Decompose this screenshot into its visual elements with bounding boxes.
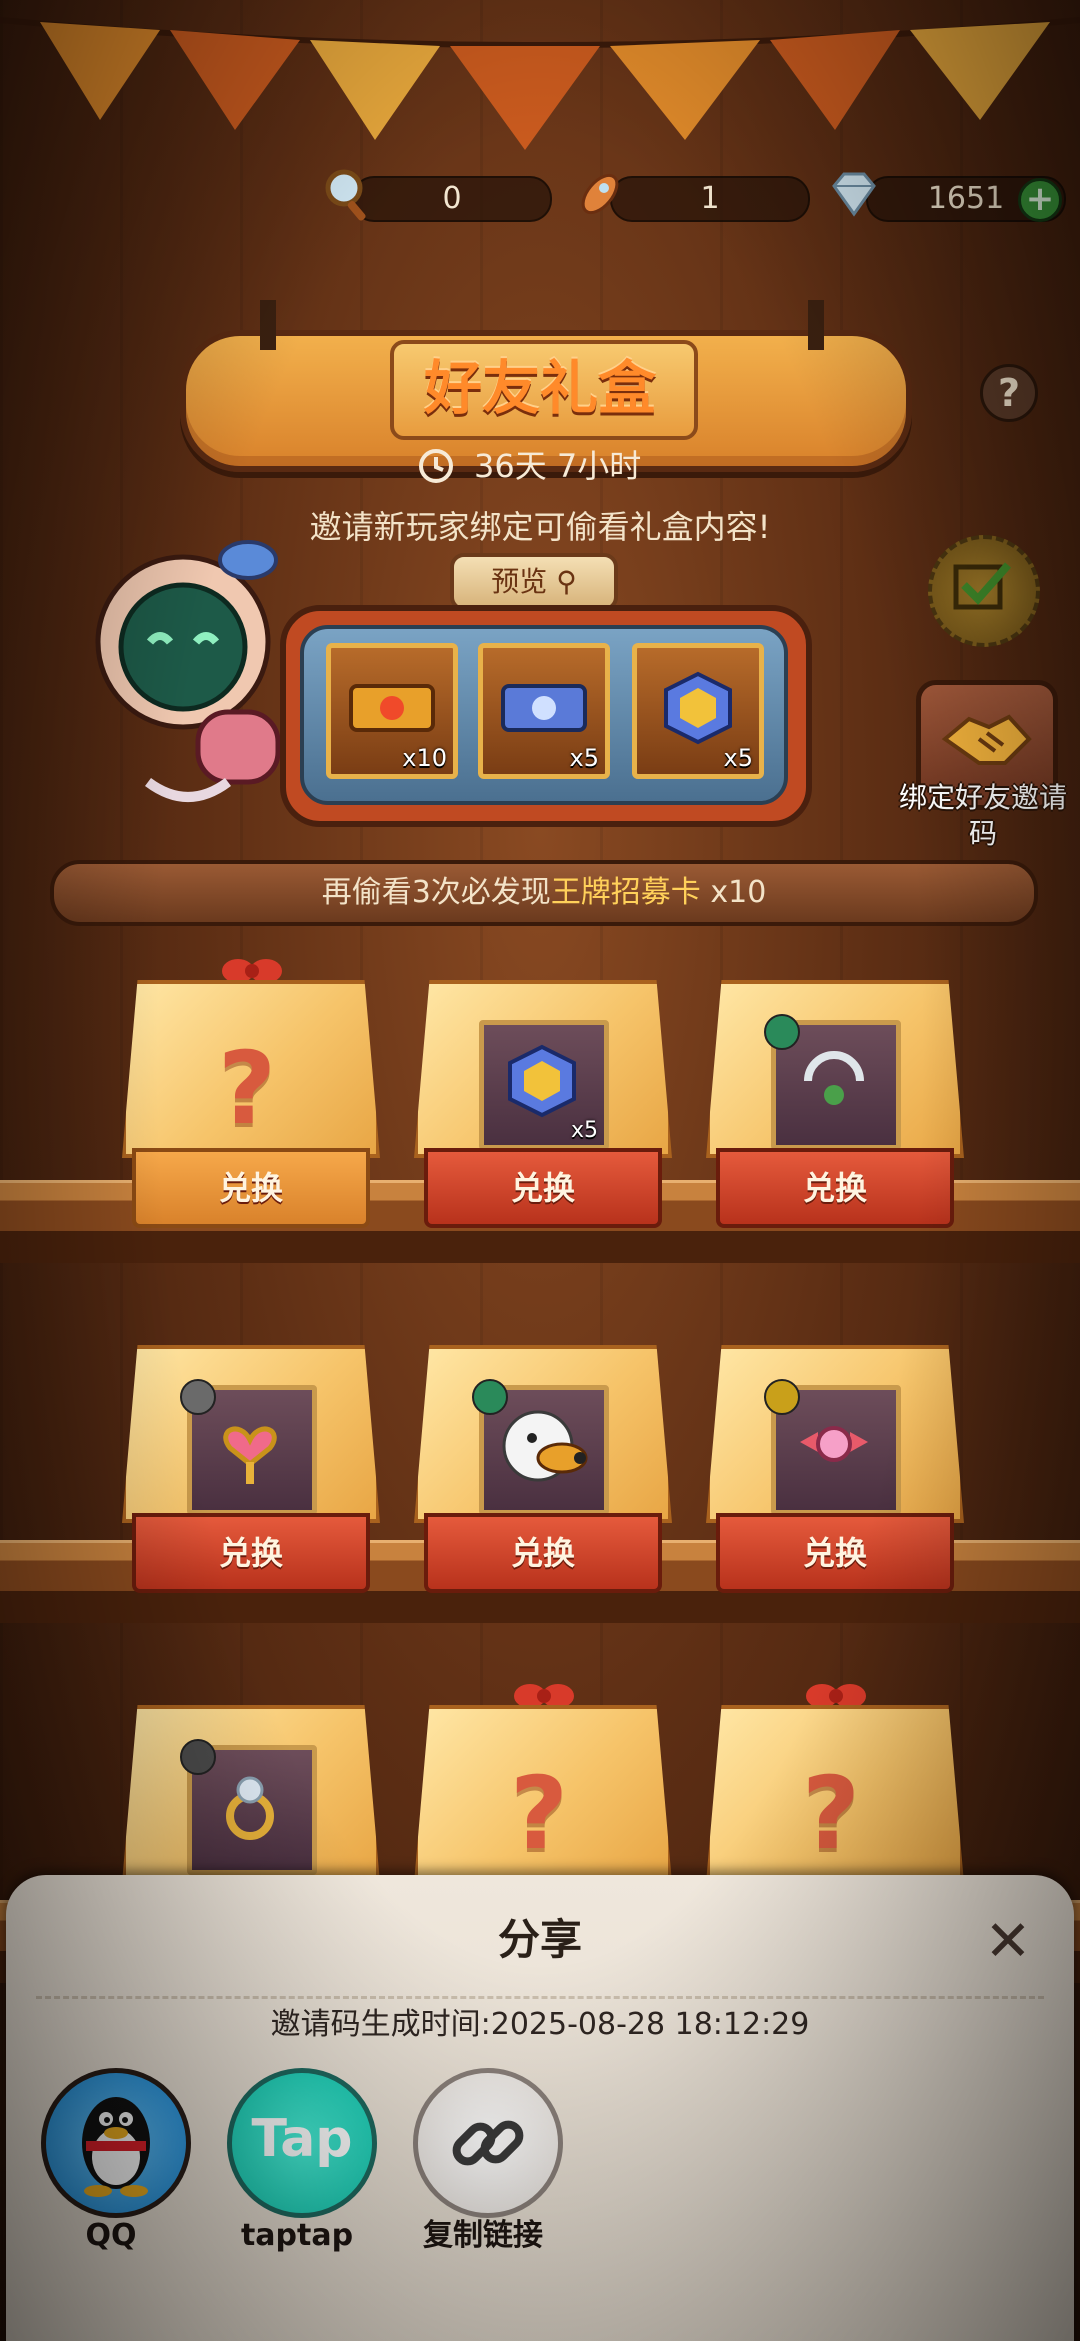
gift-box-unknown[interactable]: ? 兑换 bbox=[122, 959, 380, 1230]
gift-box-pink-gem[interactable]: 兑换 bbox=[706, 1345, 964, 1595]
handshake-icon bbox=[941, 714, 1032, 765]
gift-box-duck-character[interactable]: 兑换 bbox=[414, 1345, 672, 1595]
page-title: 好友礼盒 bbox=[423, 354, 656, 422]
share-taptap-circle: Tap bbox=[227, 2068, 377, 2218]
preview-item-count: x5 bbox=[569, 744, 599, 772]
bind-friend-label: 绑定好友邀请码 bbox=[898, 781, 1067, 850]
rarity-badge-icon bbox=[180, 1379, 216, 1415]
invite-code-time: 邀请码生成时间:2025-08-28 18:12:29 bbox=[270, 2007, 810, 2042]
gift-box-heart-wand[interactable]: 兑换 bbox=[122, 1345, 380, 1595]
question-mark-icon: ? bbox=[509, 1755, 568, 1872]
share-copy-link-circle bbox=[413, 2068, 563, 2218]
progress-suffix: x10 bbox=[700, 875, 767, 910]
close-icon[interactable]: ✕ bbox=[980, 1914, 1036, 1970]
rocket-icon bbox=[581, 173, 619, 215]
redeem-button[interactable]: 兑换 bbox=[424, 1148, 662, 1228]
pink-gem-icon bbox=[800, 1426, 868, 1462]
share-sheet-title: 分享 bbox=[497, 1915, 582, 1964]
gold-ticket-icon bbox=[349, 684, 435, 732]
preview-item-blue-ticket[interactable]: x5 bbox=[478, 643, 610, 779]
currency-rocket-value: 1 bbox=[610, 176, 810, 222]
magnifier-icon bbox=[325, 169, 366, 221]
sheet-divider bbox=[36, 1996, 1044, 1999]
mystery-cube-icon bbox=[508, 1044, 576, 1118]
share-qq-label: QQ bbox=[85, 2218, 137, 2253]
share-qq-button[interactable]: QQ bbox=[36, 2068, 191, 2268]
share-taptap-button[interactable]: Tap taptap bbox=[222, 2068, 377, 2268]
checkbox-icon bbox=[953, 562, 1011, 610]
duck-character-icon bbox=[502, 1410, 588, 1482]
preview-item-count: x5 bbox=[723, 744, 753, 772]
achievement-stamp-button[interactable] bbox=[928, 535, 1040, 647]
mystery-cube-icon bbox=[664, 671, 732, 745]
redeem-button[interactable]: 兑换 bbox=[132, 1513, 370, 1593]
ring-handle-icon bbox=[804, 1051, 864, 1105]
preview-button[interactable]: 预览 ⚲ bbox=[450, 553, 618, 611]
share-taptap-label: taptap bbox=[240, 2218, 354, 2253]
taptap-logo-icon: Tap bbox=[251, 2109, 353, 2169]
share-qq-circle bbox=[41, 2068, 191, 2218]
gift-box-ring-handle[interactable]: 兑换 bbox=[706, 980, 964, 1230]
preview-item-mystery-cube[interactable]: x5 bbox=[632, 643, 764, 779]
progress-prefix: 再偷看3次必发现 bbox=[321, 875, 551, 910]
preview-item-count: x10 bbox=[402, 744, 447, 772]
blue-ticket-icon bbox=[501, 684, 587, 732]
heart-wand-icon bbox=[223, 1426, 277, 1484]
item-count: x5 bbox=[570, 1118, 598, 1143]
redeem-button[interactable]: 兑换 bbox=[132, 1148, 370, 1228]
diamond-icon bbox=[832, 172, 876, 217]
qq-penguin-icon bbox=[82, 2097, 150, 2197]
question-mark-icon: ? bbox=[801, 1755, 860, 1872]
redeem-button[interactable]: 兑换 bbox=[716, 1513, 954, 1593]
preview-label: 预览 bbox=[491, 565, 548, 598]
gift-box-mystery-cube[interactable]: x5 兑换 bbox=[414, 980, 672, 1230]
add-diamond-button[interactable]: + bbox=[1018, 178, 1062, 222]
currency-magnifier-value: 0 bbox=[352, 176, 552, 222]
progress-highlight: 王牌招募卡 bbox=[550, 875, 701, 910]
bunting-decoration bbox=[0, 17, 1080, 150]
rarity-badge-icon bbox=[472, 1379, 508, 1415]
share-copy-link-label: 复制链接 bbox=[423, 2218, 543, 2253]
game-screen: 0 1 1651 + 好友礼盒 36天 7小时 ? 邀请新玩家绑定可偷看礼盒内容… bbox=[0, 0, 1080, 2341]
search-icon: ⚲ bbox=[556, 565, 577, 598]
guarantee-progress-banner: 再偷看3次必发现王牌招募卡 x10 bbox=[50, 860, 1038, 926]
redeem-button[interactable]: 兑换 bbox=[424, 1513, 662, 1593]
link-icon bbox=[452, 2120, 524, 2166]
item-frame: x5 bbox=[479, 1020, 609, 1150]
share-copy-link-button[interactable]: 复制链接 bbox=[408, 2068, 563, 2268]
rarity-badge-icon bbox=[764, 1379, 800, 1415]
diamond-ring-icon bbox=[226, 1776, 274, 1840]
title-chain-left bbox=[260, 300, 276, 350]
clock-icon bbox=[419, 449, 453, 483]
help-button[interactable]: ? bbox=[980, 364, 1038, 422]
question-mark-icon: ? bbox=[217, 1030, 276, 1147]
preview-item-gold-ticket[interactable]: x10 bbox=[326, 643, 458, 779]
rarity-badge-icon bbox=[180, 1739, 216, 1775]
redeem-button[interactable]: 兑换 bbox=[716, 1148, 954, 1228]
event-timer: 36天 7小时 bbox=[474, 447, 642, 485]
rarity-badge-icon bbox=[764, 1014, 800, 1050]
title-chain-right bbox=[808, 300, 824, 350]
